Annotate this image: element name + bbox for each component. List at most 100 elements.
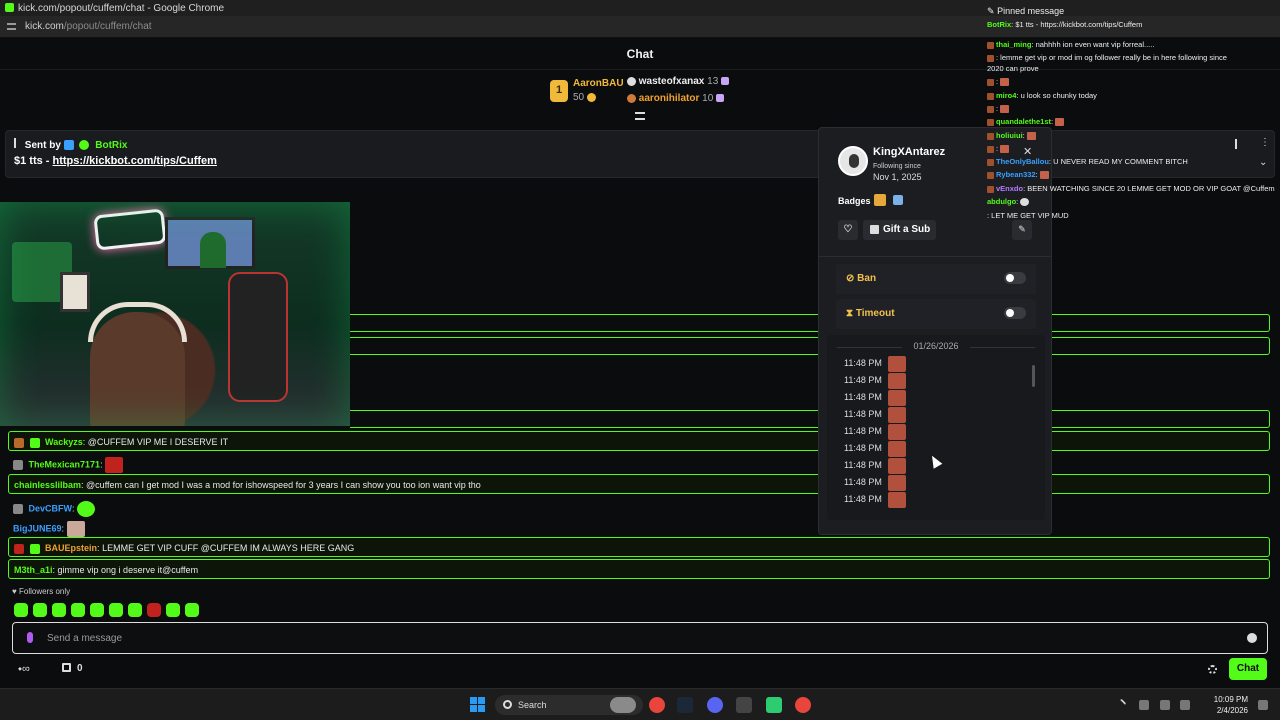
following-since-label: Following since [873, 163, 921, 170]
overlay-pinned-label: Pinned message [997, 6, 1065, 16]
emote-icon[interactable] [128, 603, 142, 617]
gift-badge-icon [29, 437, 40, 448]
gear-icon[interactable] [1208, 665, 1217, 674]
chrome-active-icon[interactable] [795, 697, 811, 713]
tray-app-icon[interactable] [1160, 700, 1170, 710]
chat-message-row[interactable]: BAUEpstein: LEMME GET VIP CUFF @CUFFEM I… [8, 537, 1270, 557]
message-history[interactable]: 01/26/2026 11:48 PM 11:48 PM 11:48 PM 11… [827, 335, 1045, 520]
emote-icon[interactable] [90, 603, 104, 617]
ban-toggle[interactable] [1004, 272, 1026, 284]
history-row: 11:48 PM [844, 460, 882, 470]
badge-icon [987, 185, 994, 193]
sent-by-label: Sent by [24, 140, 61, 151]
emote-icon[interactable] [52, 603, 66, 617]
overlay-chat-row: 2020 can prove [987, 64, 1039, 73]
emote-icon [888, 373, 906, 389]
history-time: 11:48 PM [844, 460, 882, 470]
chat-message-row[interactable]: TheMexican7171: [8, 452, 1270, 473]
chat-message-row[interactable]: M3th_a1i: gimme vip ong i deserve it@cuf… [8, 559, 1270, 579]
message-input-placeholder: Send a message [47, 633, 123, 644]
chat-message-row[interactable]: DevCBFW: [8, 496, 1270, 517]
shop-icon[interactable] [62, 663, 71, 672]
badge-icon [987, 171, 994, 179]
emote-icon [1039, 171, 1049, 180]
taskbar-search-label: Search [518, 700, 547, 710]
app-icon[interactable] [736, 697, 752, 713]
emoji-picker-icon[interactable] [1247, 633, 1257, 643]
window-title: kick.com/popout/cuffem/chat - Google Chr… [18, 3, 225, 14]
site-info-icon[interactable] [7, 23, 16, 30]
badge-icon [987, 132, 994, 140]
microphone-icon[interactable] [27, 632, 33, 643]
emote-icon[interactable] [185, 603, 199, 617]
emote-icon [1000, 145, 1010, 154]
leaderboard-second-name: wasteofxanax [638, 76, 705, 87]
steam-icon[interactable] [677, 697, 693, 713]
taskbar-clock[interactable]: 10:09 PM 2/4/2026 [1208, 694, 1248, 716]
notifications-icon[interactable] [1258, 700, 1268, 710]
emote-icon[interactable] [33, 603, 47, 617]
discord-icon[interactable] [707, 697, 723, 713]
windows-start-icon[interactable] [470, 697, 485, 712]
emote-icon[interactable] [147, 603, 161, 617]
app-icon[interactable] [766, 697, 782, 713]
pinned-bot-name[interactable]: BotRix [95, 140, 127, 151]
overlay-text: nahhhh ion even want vip forreal..... [1035, 40, 1155, 49]
kick-points-icon[interactable]: ⬩∞ [18, 663, 30, 676]
overlay-chat-row: : LET ME GET VIP MUD [987, 211, 1069, 220]
gift-a-sub-label: Gift a Sub [883, 224, 931, 235]
chat-username[interactable]: M3th_a1i [14, 565, 53, 575]
emote-icon[interactable] [166, 603, 180, 617]
chrome-icon[interactable] [649, 697, 665, 713]
chat-username[interactable]: BAUEpstein [45, 543, 97, 553]
emote-icon [1026, 132, 1036, 141]
chevron-up-icon[interactable] [1116, 698, 1127, 709]
ban-row[interactable]: ⊘ Ban [836, 264, 1036, 294]
url-path: /popout/cuffem/chat [63, 21, 152, 32]
overlay-chat-row: Rybean332: [987, 170, 1049, 180]
chat-username[interactable]: DevCBFW [29, 503, 73, 513]
bronze-medal-icon [627, 93, 636, 103]
profile-username[interactable]: KingXAntarez [873, 146, 945, 158]
chat-username[interactable]: Wackyzs [45, 437, 83, 447]
leaderboard-third[interactable]: aaronihilator 10 [627, 93, 725, 104]
emote-icon[interactable] [14, 603, 28, 617]
emote-icon [1000, 105, 1010, 114]
leaderboard-first[interactable]: AaronBAU [573, 78, 624, 89]
overlay-username: quandalethe1st [996, 117, 1052, 126]
clock-date: 2/4/2026 [1216, 706, 1248, 715]
leaderboard-second[interactable]: wasteofxanax 13 [627, 76, 730, 87]
chat-message-row[interactable]: BigJUNE69: [8, 516, 1270, 537]
gift-icon [870, 225, 879, 234]
history-scrollbar[interactable] [1032, 365, 1035, 387]
emote-icon[interactable] [71, 603, 85, 617]
chat-username[interactable]: chainlesslilbam [14, 480, 81, 490]
history-row: 11:48 PM [844, 392, 882, 402]
cloud-icon[interactable] [1139, 700, 1149, 710]
timeout-toggle[interactable] [1004, 307, 1026, 319]
chat-message-row[interactable]: chainlesslilbam: @cuffem can I get mod I… [8, 474, 1270, 494]
message-input[interactable]: Send a message [12, 622, 1268, 654]
history-row: 11:48 PM [844, 358, 882, 368]
chat-message-row[interactable]: Wackyzs: @CUFFEM VIP ME I DESERVE IT [8, 431, 1270, 451]
emote-icon[interactable] [109, 603, 123, 617]
gift-a-sub-button[interactable]: Gift a Sub [863, 220, 936, 240]
profile-avatar [838, 146, 868, 176]
pinned-message-link[interactable]: https://kickbot.com/tips/Cuffem [53, 155, 217, 167]
emote-icon [77, 501, 96, 517]
follow-heart-button[interactable]: ♡ [838, 220, 858, 240]
pinned-sender-line: Sent by BotRix [14, 138, 127, 151]
history-time: 11:48 PM [844, 426, 882, 436]
chat-username[interactable]: TheMexican7171 [29, 459, 101, 469]
history-time: 11:48 PM [844, 409, 882, 419]
send-chat-button[interactable]: Chat [1229, 658, 1267, 680]
history-date: 01/26/2026 [827, 341, 1045, 351]
timeout-row[interactable]: ⧗ Timeout [836, 299, 1036, 329]
widgets-icon[interactable] [610, 697, 636, 713]
gift-icon [716, 94, 725, 103]
chat-username[interactable]: BigJUNE69 [13, 523, 62, 533]
expand-leaderboard-icon[interactable] [635, 112, 645, 120]
overlay-chat-row: abdulgo: [987, 197, 1030, 207]
chat-text: @CUFFEM VIP ME I DESERVE IT [87, 437, 229, 447]
network-icon[interactable] [1180, 700, 1190, 710]
